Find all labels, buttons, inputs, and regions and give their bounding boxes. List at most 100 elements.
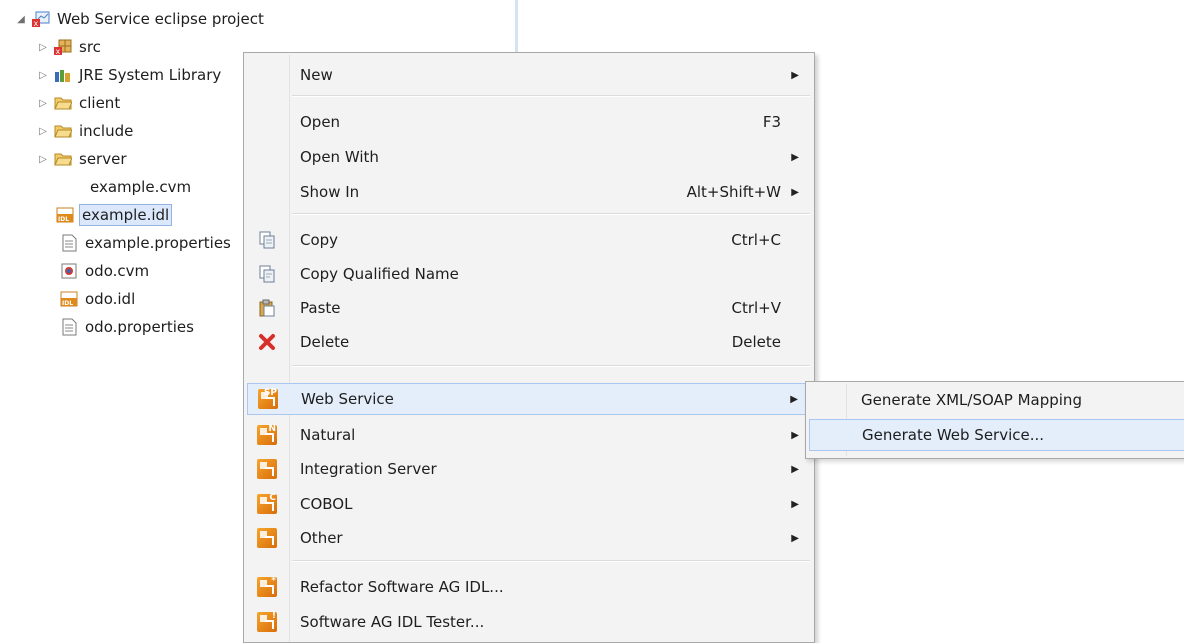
menu-item-label: Generate XML/SOAP Mapping xyxy=(861,391,1082,409)
expand-twisty[interactable]: ▷ xyxy=(36,126,50,137)
collapse-twisty[interactable]: ◢ xyxy=(14,14,28,25)
idl-file-icon: IDL xyxy=(56,206,74,224)
menu-item-label: Refactor Software AG IDL... xyxy=(300,578,504,596)
tree-item-src[interactable]: ▷ x src xyxy=(36,34,103,60)
menu-item-copy-qualified-name[interactable]: Copy Qualified Name xyxy=(247,258,811,290)
tree-item-odo-idl[interactable]: IDL odo.idl xyxy=(56,286,137,312)
tree-item-odo-cvm[interactable]: odo.cvm xyxy=(56,258,151,284)
folder-icon xyxy=(54,122,73,140)
tree-item-label: odo.cvm xyxy=(85,262,150,280)
idl-file-icon: IDL xyxy=(60,290,78,308)
menu-item-label: Delete xyxy=(300,333,350,351)
project-node[interactable]: ◢ x Web Service eclipse project xyxy=(14,6,266,32)
submenu-arrow-icon: ▶ xyxy=(791,532,799,544)
menu-item-idl-tester[interactable]: ! Software AG IDL Tester... xyxy=(247,606,811,638)
tree-item-client[interactable]: ▷ client xyxy=(36,90,122,116)
project-error-icon: x xyxy=(32,10,50,28)
project-label: Web Service eclipse project xyxy=(57,10,264,28)
tree-item-label: example.properties xyxy=(85,234,231,252)
tree-item-label: example.cvm xyxy=(90,178,192,196)
menu-separator xyxy=(292,95,810,97)
menu-item-other[interactable]: Other ▶ xyxy=(247,522,811,554)
menu-item-copy[interactable]: Copy Ctrl+C xyxy=(247,224,811,256)
tree-item-label: include xyxy=(79,122,134,140)
menu-item-label: Generate Web Service... xyxy=(862,426,1045,444)
expand-twisty[interactable]: ▷ xyxy=(36,154,50,165)
expand-twisty[interactable]: ▷ xyxy=(36,98,50,109)
text-file-icon xyxy=(60,318,78,336)
other-icon xyxy=(247,528,287,548)
shortcut-label: Alt+Shift+W xyxy=(686,183,781,201)
tree-item-label: odo.properties xyxy=(85,318,194,336)
submenu-arrow-icon: ▶ xyxy=(791,463,799,475)
folder-icon xyxy=(54,94,73,112)
menu-item-new[interactable]: New ▶ xyxy=(247,59,811,91)
expand-twisty[interactable]: ▷ xyxy=(36,70,50,81)
menu-item-open-with[interactable]: Open With ▶ xyxy=(247,141,811,173)
svg-text:x: x xyxy=(34,19,39,28)
integration-server-icon xyxy=(247,459,287,479)
menu-item-label: Open With xyxy=(300,148,379,166)
text-file-icon xyxy=(60,234,78,252)
submenu-arrow-icon: ▶ xyxy=(791,498,799,510)
context-menu: New ▶ Open F3 Open With ▶ Show In Alt+Sh… xyxy=(243,52,815,643)
tree-item-label: client xyxy=(79,94,121,112)
cvm-file-icon xyxy=(60,262,78,280)
menu-item-web-service[interactable]: SP Web Service ▶ xyxy=(247,383,811,415)
natural-icon: N xyxy=(247,424,287,445)
tree-item-include[interactable]: ▷ include xyxy=(36,118,135,144)
menu-item-label: Other xyxy=(300,529,343,547)
view-divider[interactable] xyxy=(515,0,518,52)
menu-item-generate-xml-soap-mapping[interactable]: Generate XML/SOAP Mapping xyxy=(809,384,1182,416)
submenu-arrow-icon: ▶ xyxy=(790,393,798,405)
folder-icon xyxy=(54,150,73,168)
menu-item-open[interactable]: Open F3 xyxy=(247,106,811,138)
svg-text:x: x xyxy=(56,47,61,56)
tree-item-example-properties[interactable]: example.properties xyxy=(56,230,233,256)
tree-item-example-idl[interactable]: IDL example.idl xyxy=(52,202,173,228)
tree-item-server[interactable]: ▷ server xyxy=(36,146,128,172)
menu-item-cobol[interactable]: C COBOL ▶ xyxy=(247,488,811,520)
menu-item-paste[interactable]: Paste Ctrl+V xyxy=(247,292,811,324)
menu-item-generate-web-service[interactable]: Generate Web Service... xyxy=(809,419,1184,451)
submenu-arrow-icon: ▶ xyxy=(791,151,799,163)
web-service-submenu: Generate XML/SOAP Mapping Generate Web S… xyxy=(805,381,1184,459)
tree-item-example-cvm[interactable]: example.cvm xyxy=(88,174,193,200)
tree-item-odo-properties[interactable]: odo.properties xyxy=(56,314,196,340)
menu-item-refactor-idl[interactable]: * Refactor Software AG IDL... xyxy=(247,571,811,603)
tree-item-label: odo.idl xyxy=(85,290,136,308)
menu-item-label: Copy xyxy=(300,231,339,249)
library-icon xyxy=(54,66,72,84)
menu-item-label: Copy Qualified Name xyxy=(300,265,459,283)
menu-item-label: Web Service xyxy=(301,390,394,408)
shortcut-label: Ctrl+C xyxy=(731,231,781,249)
tree-item-label: server xyxy=(79,150,127,168)
copy-icon xyxy=(247,231,287,249)
cobol-icon: C xyxy=(247,493,287,514)
submenu-arrow-icon: ▶ xyxy=(791,69,799,81)
package-error-icon: x xyxy=(54,38,72,56)
menu-separator xyxy=(292,560,810,562)
shortcut-label: Ctrl+V xyxy=(731,299,781,317)
copy-qualified-icon xyxy=(247,265,287,283)
tester-icon: ! xyxy=(247,611,287,632)
menu-item-label: Software AG IDL Tester... xyxy=(300,613,485,631)
tree-item-jre-library[interactable]: ▷ JRE System Library xyxy=(36,62,223,88)
menu-item-label: New xyxy=(300,66,333,84)
menu-separator xyxy=(292,365,810,367)
shortcut-label: Delete xyxy=(731,333,781,351)
web-service-icon: SP xyxy=(248,388,288,409)
menu-item-natural[interactable]: N Natural ▶ xyxy=(247,419,811,451)
menu-item-show-in[interactable]: Show In Alt+Shift+W ▶ xyxy=(247,176,811,208)
menu-item-label: COBOL xyxy=(300,495,353,513)
menu-item-integration-server[interactable]: Integration Server ▶ xyxy=(247,453,811,485)
refactor-icon: * xyxy=(247,576,287,597)
svg-text:IDL: IDL xyxy=(62,300,73,307)
expand-twisty[interactable]: ▷ xyxy=(36,42,50,53)
menu-item-delete[interactable]: Delete Delete xyxy=(247,326,811,358)
menu-item-label: Show In xyxy=(300,183,360,201)
menu-item-label: Open xyxy=(300,113,341,131)
submenu-arrow-icon: ▶ xyxy=(791,429,799,441)
tree-item-label: src xyxy=(79,38,101,56)
shortcut-label: F3 xyxy=(762,113,781,131)
